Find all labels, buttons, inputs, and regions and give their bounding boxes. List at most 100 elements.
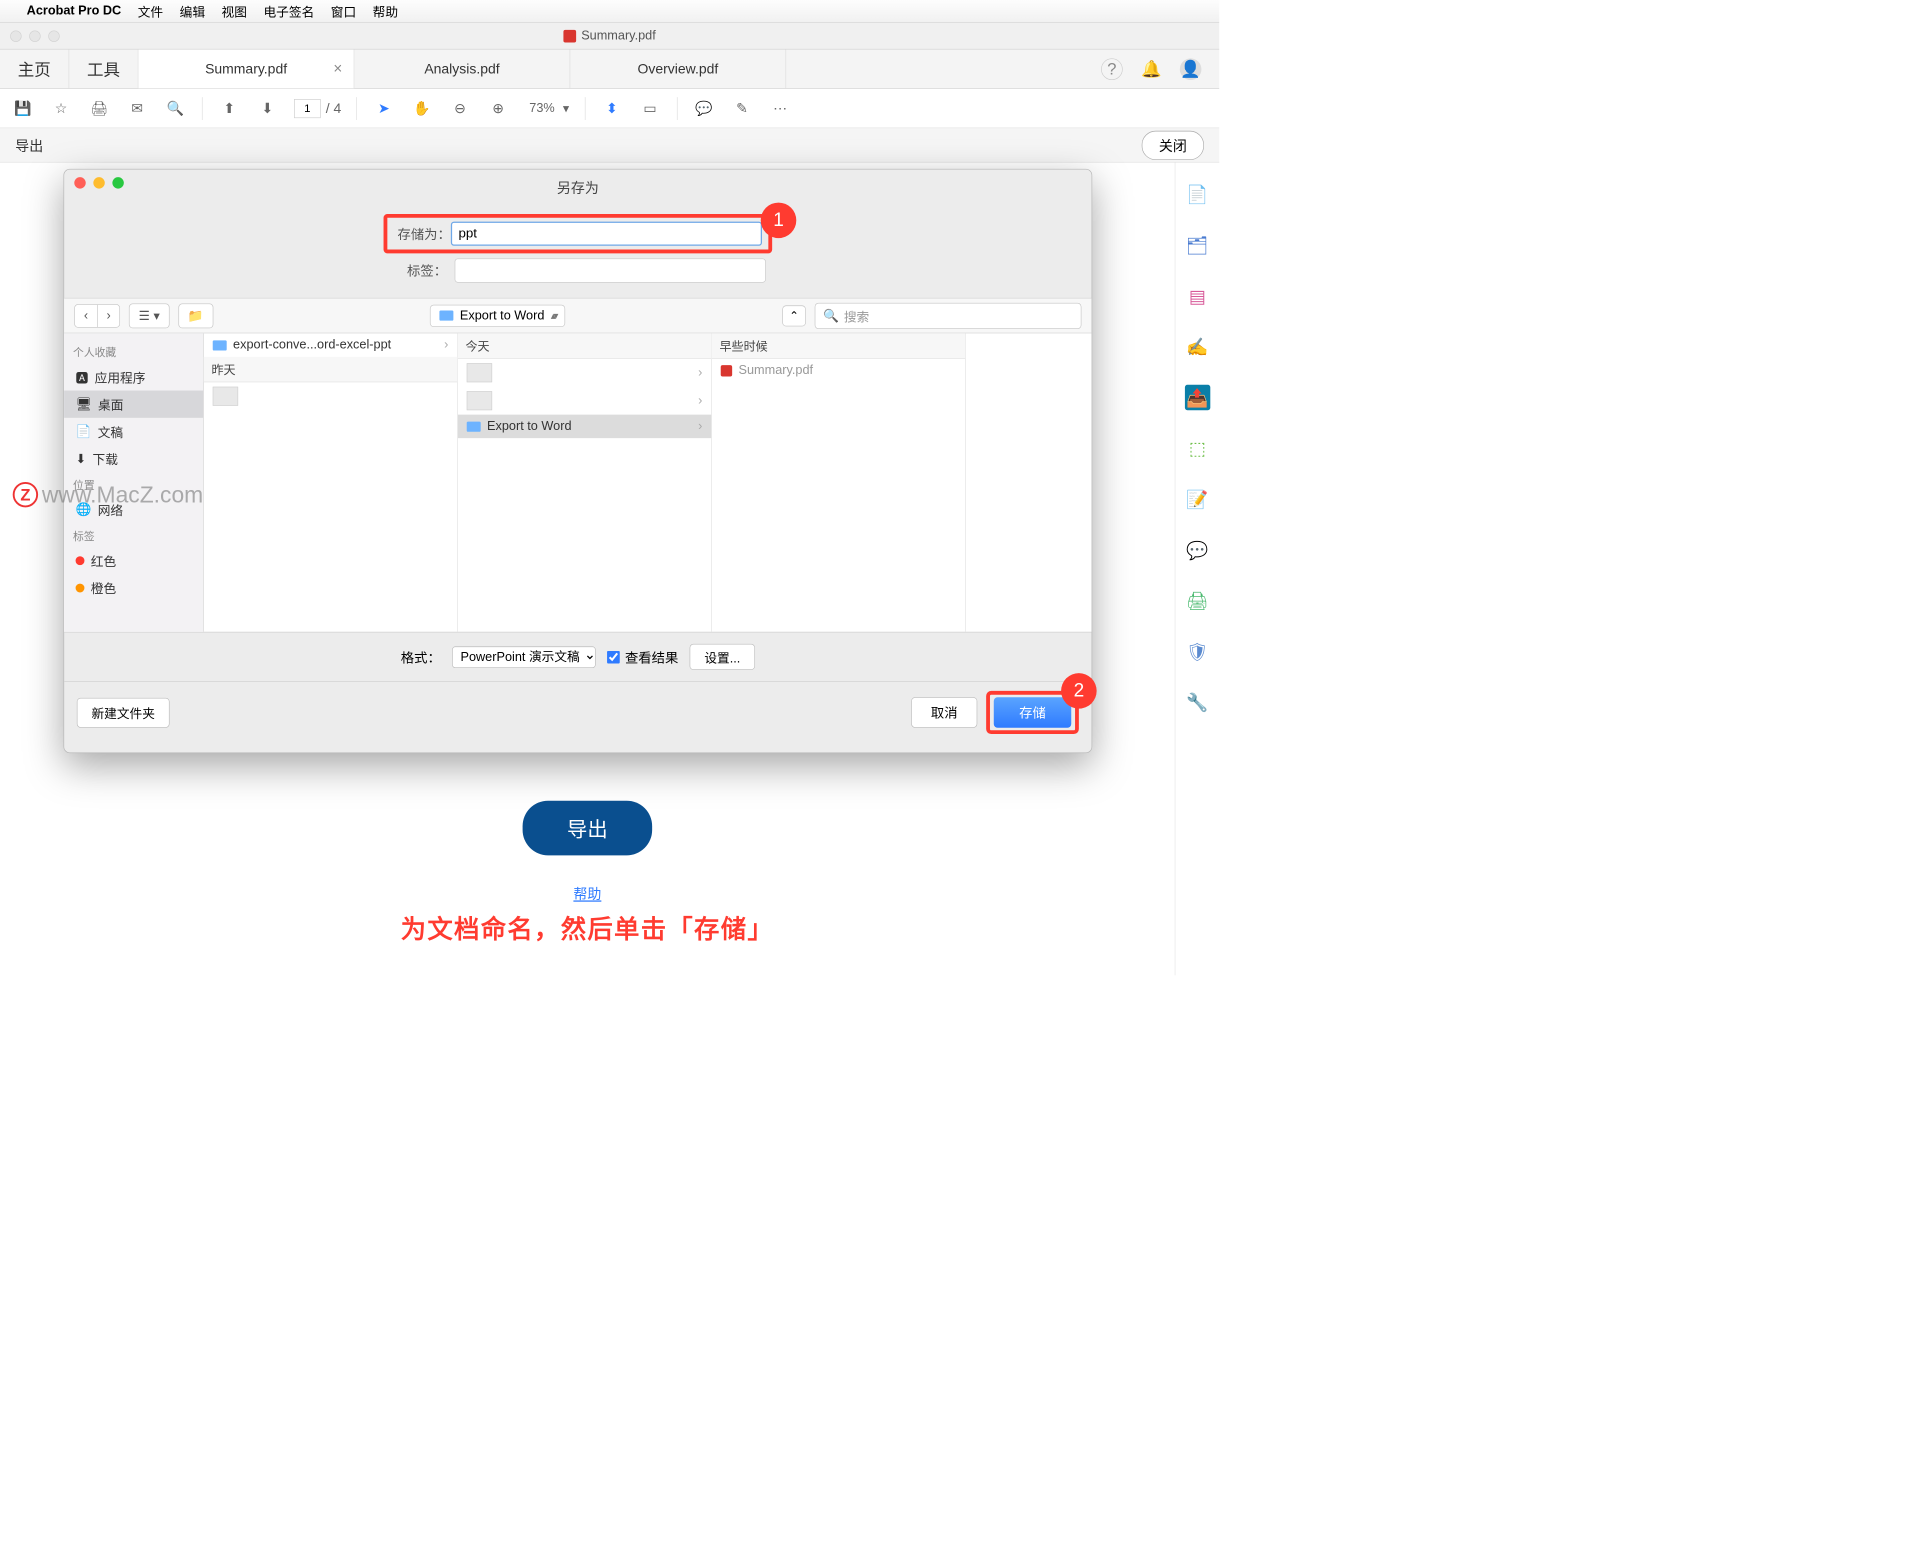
nav-back-forward[interactable]: ‹› — [74, 304, 120, 327]
protect-icon[interactable]: 🖨 — [1185, 588, 1210, 613]
page-input[interactable] — [294, 99, 321, 118]
format-select[interactable]: PowerPoint 演示文稿 — [452, 646, 596, 668]
tab-doc-3[interactable]: Overview.pdf — [570, 50, 786, 89]
account-icon[interactable]: 👤 — [1180, 58, 1202, 80]
sidebar-downloads[interactable]: ⬇下载 — [64, 445, 203, 472]
window-title: Summary.pdf — [563, 29, 655, 44]
sidebar-documents[interactable]: 📄文稿 — [64, 418, 203, 445]
col3-pdf[interactable]: Summary.pdf — [712, 359, 965, 382]
folder-icon — [440, 311, 454, 321]
print-icon[interactable]: 🖨 — [88, 97, 111, 120]
path-dropdown[interactable]: Export to Word▴▾ — [430, 304, 565, 326]
filename-input[interactable] — [451, 222, 762, 246]
help-icon[interactable]: ? — [1101, 58, 1123, 80]
menu-file[interactable]: 文件 — [138, 2, 163, 20]
tab-tools[interactable]: 工具 — [69, 50, 138, 89]
browser-col-3: 早些时候 Summary.pdf — [712, 333, 966, 631]
search-field[interactable]: 🔍 搜索 — [815, 303, 1082, 329]
sidebar-tag-orange[interactable]: 橙色 — [64, 574, 203, 601]
new-folder-button[interactable]: 新建文件夹 — [77, 698, 170, 728]
save-as-label: 存储为： — [394, 224, 451, 243]
browser-col-1: 昨天 export-conve...ord-excel-ppt› 昨天 — [204, 333, 458, 631]
export-pdf-icon[interactable]: 📤 — [1185, 385, 1210, 410]
mail-icon[interactable]: ✉ — [126, 97, 149, 120]
sidebar-applications[interactable]: 🅰应用程序 — [64, 363, 203, 390]
zoom-dropdown[interactable]: 73%▾ — [525, 99, 569, 117]
desktop-icon: 🖥 — [76, 396, 92, 412]
tab-doc-1[interactable]: Summary.pdf× — [138, 50, 354, 89]
mac-menubar: Acrobat Pro DC 文件 编辑 视图 电子签名 窗口 帮助 — [0, 0, 1219, 23]
combine-icon[interactable]: 🗂 — [1185, 232, 1210, 257]
edit-pdf-icon[interactable]: ▤ — [1185, 283, 1210, 308]
find-icon[interactable]: 🔍 — [164, 97, 187, 120]
group-button[interactable]: 📁 — [178, 303, 213, 328]
tab-doc-2[interactable]: Analysis.pdf — [354, 50, 570, 89]
cancel-button[interactable]: 取消 — [911, 697, 977, 727]
close-icon[interactable]: × — [333, 60, 342, 78]
page-number: / 4 — [294, 99, 341, 118]
tags-input[interactable] — [455, 258, 766, 282]
sign-icon[interactable]: ✍ — [1185, 334, 1210, 359]
folder-icon — [213, 340, 227, 350]
comment-icon[interactable]: 💬 — [692, 97, 715, 120]
settings-button[interactable]: 设置... — [690, 644, 755, 670]
page-down-icon[interactable]: ⬇ — [256, 97, 279, 120]
instruction-caption: 为文档命名，然后单击「存储」 — [401, 909, 774, 946]
star-icon[interactable]: ☆ — [50, 97, 73, 120]
zoom-out-icon[interactable]: ⊖ — [449, 97, 472, 120]
pointer-icon[interactable]: ➤ — [372, 97, 395, 120]
watermark: Zwww.MacZ.com — [13, 481, 204, 508]
menu-esign[interactable]: 电子签名 — [263, 2, 314, 20]
scan-icon[interactable]: 💬 — [1185, 537, 1210, 562]
save-button[interactable]: 存储 — [994, 697, 1071, 727]
save-icon[interactable]: 💾 — [11, 97, 34, 120]
page-up-icon[interactable]: ⬆ — [218, 97, 241, 120]
doc-icon: 📄 — [76, 424, 92, 440]
folder-icon — [467, 421, 481, 431]
col1-thumb[interactable] — [204, 382, 457, 410]
main-toolbar: 💾 ☆ 🖨 ✉ 🔍 ⬆ ⬇ / 4 ➤ ✋ ⊖ ⊕ 73%▾ ⬍ ▭ 💬 ✎ ⋯ — [0, 89, 1219, 128]
menu-view[interactable]: 视图 — [222, 2, 247, 20]
pdf-icon — [563, 30, 576, 43]
app-name[interactable]: Acrobat Pro DC — [27, 4, 122, 19]
col1-item[interactable]: export-conve...ord-excel-ppt› — [204, 333, 457, 356]
save-as-dialog: 另存为 存储为： 1 标签： ‹› ☰ ▾ 📁 Expo — [64, 169, 1093, 753]
page-display-icon[interactable]: ▭ — [639, 97, 662, 120]
comment-tool-icon[interactable]: 📝 — [1185, 486, 1210, 511]
fit-width-icon[interactable]: ⬍ — [600, 97, 623, 120]
hand-icon[interactable]: ✋ — [411, 97, 434, 120]
annotation-badge-2: 2 — [1061, 673, 1097, 709]
menu-help[interactable]: 帮助 — [373, 2, 398, 20]
dialog-title: 另存为 — [64, 170, 1091, 203]
format-label: 格式： — [401, 647, 441, 666]
red-tag-icon — [76, 556, 85, 565]
export-button[interactable]: 导出 — [523, 801, 653, 856]
app-icon: 🅰 — [76, 368, 89, 386]
tab-home[interactable]: 主页 — [0, 50, 69, 89]
dialog-traffic-lights[interactable] — [64, 170, 134, 197]
shield-icon[interactable]: 🛡 — [1185, 639, 1210, 664]
close-button[interactable]: 关闭 — [1142, 130, 1204, 159]
pdf-icon — [721, 365, 732, 376]
bell-icon[interactable]: 🔔 — [1140, 58, 1162, 80]
sidebar-desktop[interactable]: 🖥桌面 — [64, 391, 203, 418]
col2-thumb-2[interactable]: › — [458, 387, 711, 415]
sidebar-tag-red[interactable]: 红色 — [64, 547, 203, 574]
help-link[interactable]: 帮助 — [573, 883, 601, 903]
create-pdf-icon[interactable]: 📄 — [1185, 182, 1210, 207]
more-tools-icon[interactable]: 🔧 — [1185, 690, 1210, 715]
organize-icon[interactable]: ⬚ — [1185, 436, 1210, 461]
save-highlight: 存储 2 — [986, 691, 1079, 734]
col2-thumb-1[interactable]: › — [458, 359, 711, 387]
highlight-icon[interactable]: ✎ — [731, 97, 754, 120]
menu-edit[interactable]: 编辑 — [180, 2, 205, 20]
traffic-lights[interactable] — [10, 30, 60, 41]
view-mode[interactable]: ☰ ▾ — [129, 303, 169, 328]
more-icon[interactable]: ⋯ — [769, 97, 792, 120]
expand-button[interactable]: ⌃ — [782, 305, 806, 326]
zoom-in-icon[interactable]: ⊕ — [487, 97, 510, 120]
annotation-badge-1: 1 — [761, 203, 797, 239]
col2-folder[interactable]: Export to Word› — [458, 415, 711, 438]
view-result-checkbox[interactable]: 查看结果 — [607, 647, 678, 666]
menu-window[interactable]: 窗口 — [331, 2, 356, 20]
